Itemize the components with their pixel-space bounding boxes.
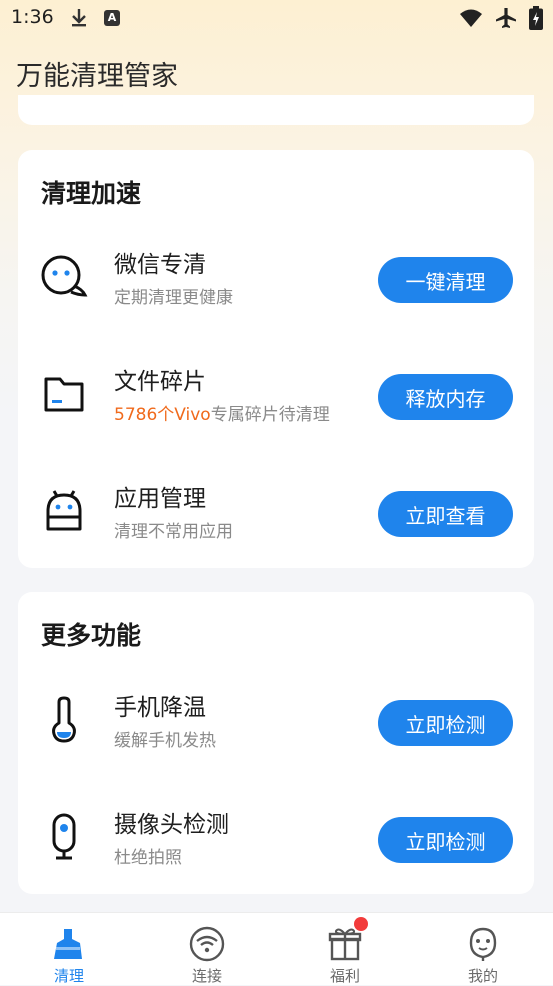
list-item: 应用管理 清理不常用应用 立即查看 bbox=[18, 469, 534, 549]
tab-label: 福利 bbox=[329, 967, 360, 985]
tab-rewards[interactable]: 福利 bbox=[276, 913, 414, 985]
fragment-desc: 专属碎片待清理 bbox=[210, 405, 330, 425]
airplane-icon bbox=[496, 8, 516, 28]
tab-label: 清理 bbox=[53, 967, 84, 985]
tab-connect[interactable]: 连接 bbox=[138, 913, 276, 985]
wifi-icon bbox=[188, 925, 226, 963]
android-icon bbox=[40, 487, 88, 535]
tab-mine[interactable]: 我的 bbox=[414, 913, 552, 985]
folder-icon bbox=[40, 370, 88, 418]
status-right-icons bbox=[459, 6, 543, 30]
fragment-count: 5786个Vivo bbox=[114, 405, 211, 425]
tab-label: 我的 bbox=[467, 967, 498, 985]
tab-label: 连接 bbox=[191, 967, 222, 985]
collapsed-card bbox=[18, 95, 534, 125]
item-desc: 杜绝拍照 bbox=[114, 848, 182, 868]
download-icon bbox=[70, 8, 88, 32]
more-features-card: 更多功能 手机降温 缓解手机发热 立即检测 摄像头检测 杜绝拍照 立即检测 bbox=[18, 592, 534, 894]
list-item: 微信专清 定期清理更健康 一键清理 bbox=[18, 235, 534, 315]
item-desc: 缓解手机发热 bbox=[114, 731, 216, 751]
a-badge-icon: A bbox=[104, 10, 120, 26]
wechat-chat-icon bbox=[40, 253, 88, 301]
item-name: 应用管理 bbox=[114, 486, 206, 512]
section-title: 清理加速 bbox=[41, 179, 142, 208]
item-desc: 清理不常用应用 bbox=[114, 522, 233, 542]
battery-charging-icon bbox=[529, 6, 543, 30]
item-name: 微信专清 bbox=[114, 252, 206, 278]
item-name: 文件碎片 bbox=[114, 369, 206, 395]
tab-clean[interactable]: 清理 bbox=[0, 913, 138, 985]
item-desc: 定期清理更健康 bbox=[114, 288, 233, 308]
free-memory-button[interactable]: 释放内存 bbox=[378, 374, 513, 420]
check-now-button[interactable]: 立即检测 bbox=[378, 700, 513, 746]
status-time: 1:36 bbox=[11, 6, 54, 28]
camera-check-button[interactable]: 立即检测 bbox=[378, 817, 513, 863]
thermometer-icon bbox=[40, 696, 88, 744]
notification-badge bbox=[354, 917, 368, 931]
wifi-signal-icon bbox=[460, 9, 482, 27]
bottom-tab-bar: 清理 连接 福利 我的 bbox=[0, 912, 553, 985]
view-now-button[interactable]: 立即查看 bbox=[378, 491, 513, 537]
status-bar: 1:36 A bbox=[0, 0, 553, 38]
list-item: 摄像头检测 杜绝拍照 立即检测 bbox=[18, 795, 534, 875]
clean-accelerate-card: 清理加速 微信专清 定期清理更健康 一键清理 文件碎片 5786个Vivo专属碎… bbox=[18, 150, 534, 568]
broom-icon bbox=[50, 925, 88, 963]
page-title: 万能清理管家 bbox=[16, 61, 178, 92]
section-title: 更多功能 bbox=[41, 621, 142, 650]
item-name: 手机降温 bbox=[114, 695, 206, 721]
list-item: 手机降温 缓解手机发热 立即检测 bbox=[18, 678, 534, 758]
one-click-clean-button[interactable]: 一键清理 bbox=[378, 257, 513, 303]
face-icon bbox=[464, 925, 502, 963]
list-item: 文件碎片 5786个Vivo专属碎片待清理 释放内存 bbox=[18, 352, 534, 432]
camera-icon bbox=[40, 813, 88, 861]
item-name: 摄像头检测 bbox=[114, 812, 229, 838]
item-desc: 5786个Vivo专属碎片待清理 bbox=[114, 400, 330, 425]
